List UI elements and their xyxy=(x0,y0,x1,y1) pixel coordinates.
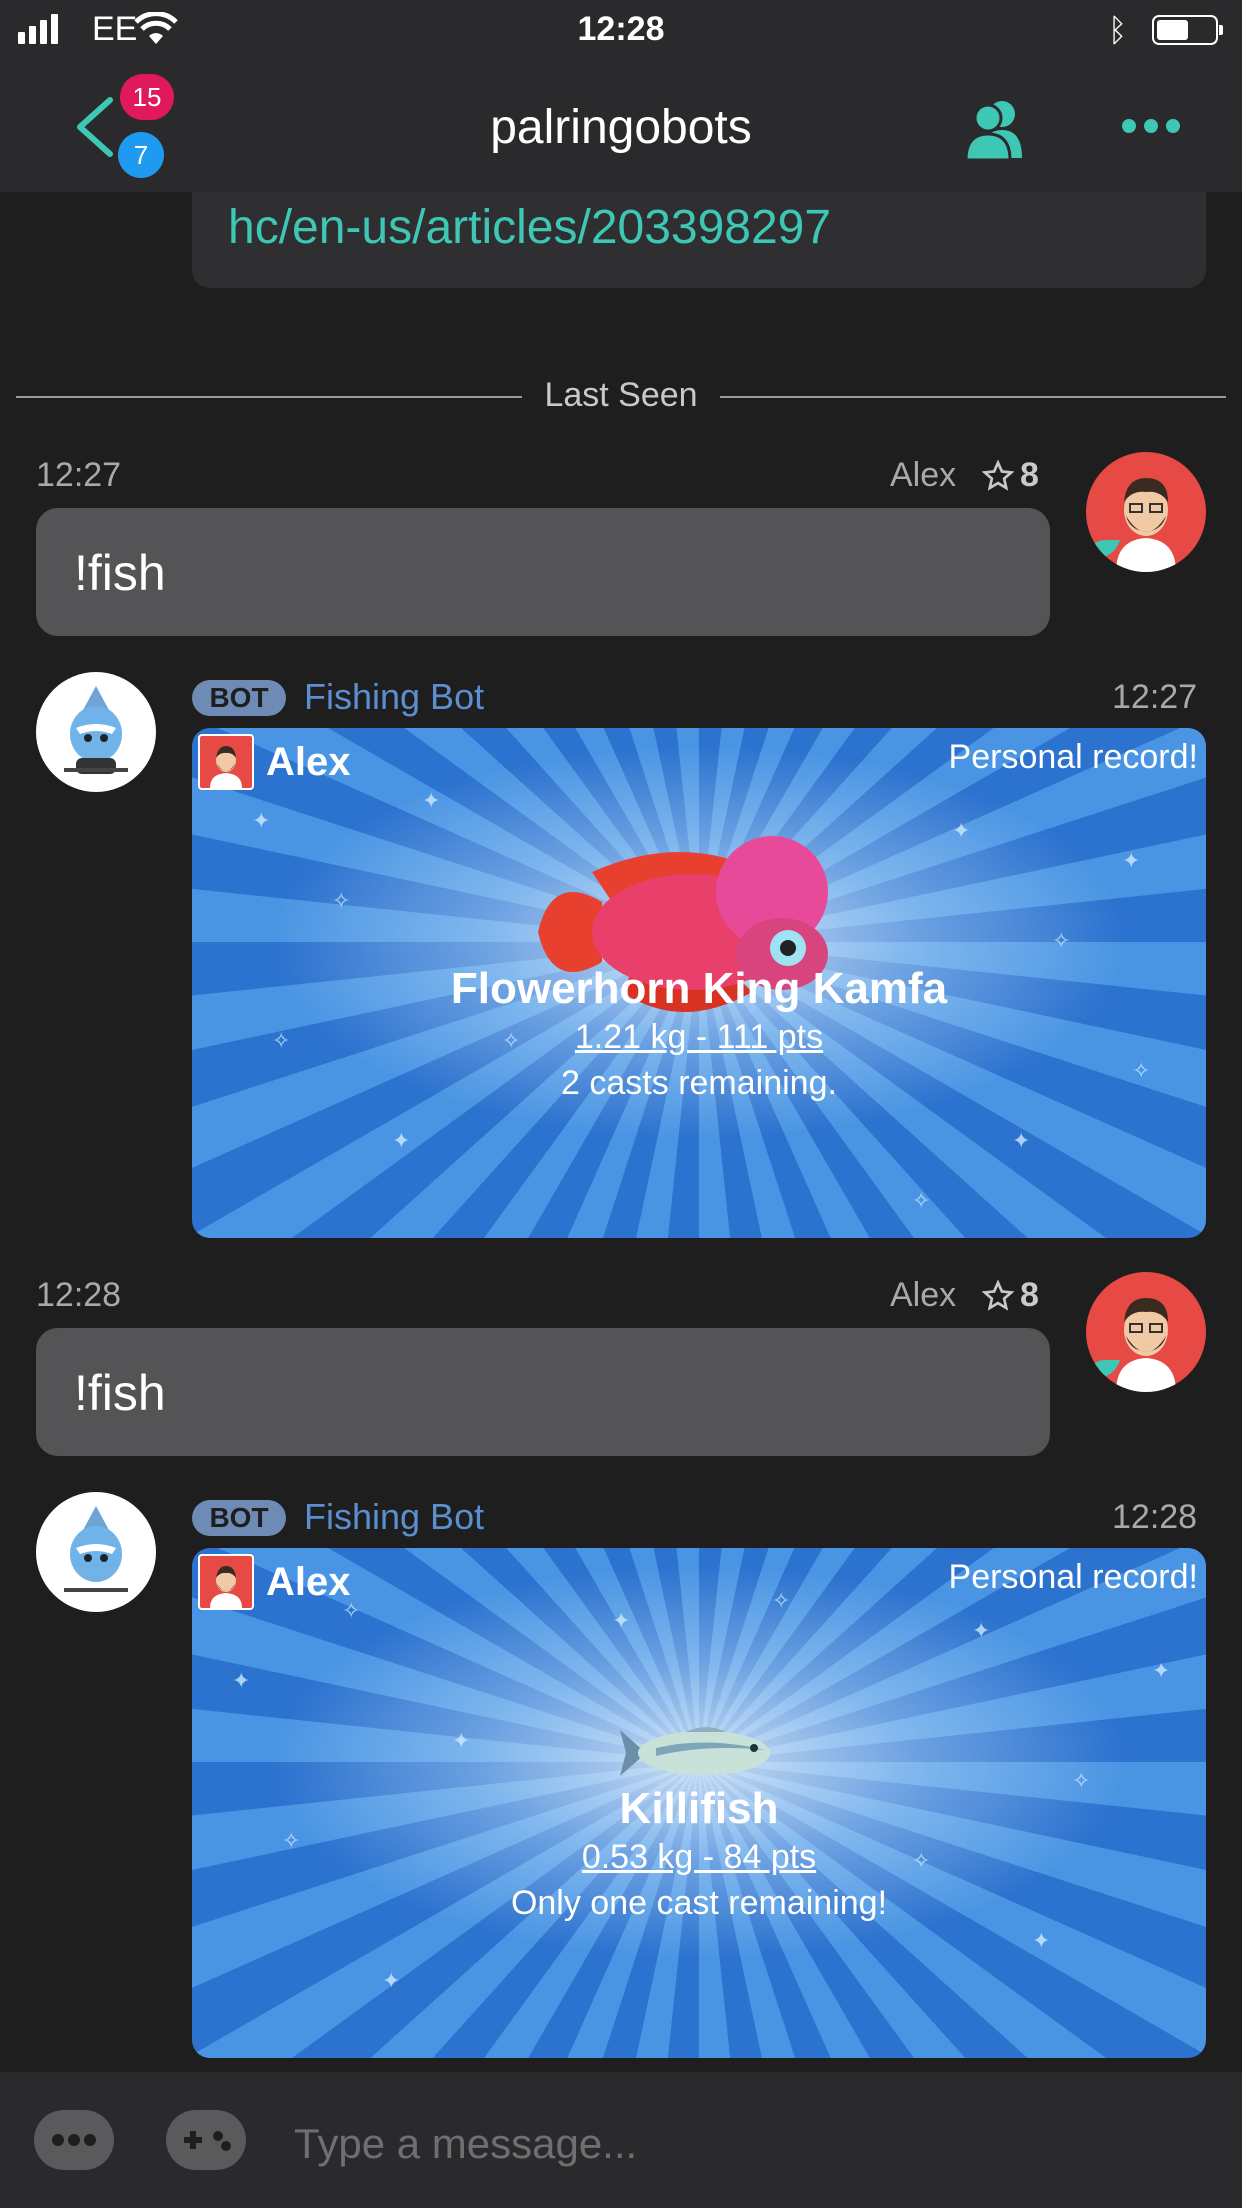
battery-level xyxy=(1157,20,1188,40)
user-avatar[interactable] xyxy=(1086,452,1206,572)
message-input-bar: Type a message... xyxy=(0,2072,1242,2208)
members-button[interactable] xyxy=(960,96,1030,162)
fish-weight-points[interactable]: 0.53 kg - 84 pts xyxy=(192,1838,1206,1877)
personal-record-label: Personal record! xyxy=(948,738,1198,776)
fish-weight-points[interactable]: 1.21 kg - 111 pts xyxy=(192,1018,1206,1057)
avatar-face-icon xyxy=(1090,1298,1176,1392)
message-text: !fish xyxy=(74,1365,166,1421)
message-bubble[interactable]: !fish xyxy=(36,508,1050,636)
message-time: 12:27 xyxy=(36,456,122,494)
message-author[interactable]: Alex xyxy=(890,456,956,495)
fish-catch-card[interactable]: ✦ ✧ ✦ ✧ ✦ ✦ ✧ ✦ ✦ ✧ ✧ ✦ Alex Personal re… xyxy=(192,1548,1206,2058)
battery-icon xyxy=(1152,15,1223,45)
message-author[interactable]: Alex xyxy=(890,1276,956,1315)
card-user-avatar xyxy=(198,1554,254,1610)
games-button[interactable] xyxy=(166,2110,246,2170)
avatar-face-icon xyxy=(210,746,242,788)
gamepad-icon xyxy=(184,2131,231,2151)
dot-icon xyxy=(1166,119,1180,133)
message-time: 12:28 xyxy=(36,1276,122,1314)
bot-avatar[interactable] xyxy=(36,1492,156,1612)
navigation-bar: 15 7 palringobots xyxy=(0,62,1242,192)
message-bubble-link: hc/en-us/articles/203398297 xyxy=(192,192,1206,288)
bluetooth-icon: ᛒ xyxy=(1108,12,1128,48)
avatar-face-icon xyxy=(1090,478,1176,572)
card-username: Alex xyxy=(266,740,351,784)
fish-name: Killifish xyxy=(619,1784,779,1833)
status-bar: EE 12:28 ᛒ xyxy=(0,0,1242,62)
fish-name: Flowerhorn King Kamfa xyxy=(450,964,948,1013)
message-link[interactable]: hc/en-us/articles/203398297 xyxy=(228,200,831,255)
killifish-icon xyxy=(620,1727,770,1776)
message-time: 12:27 xyxy=(1112,678,1198,716)
card-user-avatar xyxy=(198,734,254,790)
shark-bot-icon xyxy=(64,1506,128,1592)
user-avatar[interactable] xyxy=(1086,1272,1206,1392)
star-icon xyxy=(982,459,1014,491)
chat-message-list[interactable]: hc/en-us/articles/203398297 Last Seen 12… xyxy=(0,192,1242,2072)
more-actions-button[interactable] xyxy=(34,2110,114,2170)
star-count: 8 xyxy=(1020,456,1039,494)
avatar-face-icon xyxy=(210,1566,242,1608)
user-rank: 8 xyxy=(982,456,1039,495)
message-time: 12:28 xyxy=(1112,1498,1198,1536)
shark-bot-icon xyxy=(64,686,128,774)
dot-icon xyxy=(1122,119,1136,133)
bot-name[interactable]: Fishing Bot xyxy=(304,1496,484,1538)
bot-avatar[interactable] xyxy=(36,672,156,792)
bot-tag: BOT xyxy=(192,680,286,716)
card-username: Alex xyxy=(266,1560,351,1604)
bot-tag: BOT xyxy=(192,1500,286,1536)
page-title: palringobots xyxy=(490,101,752,154)
message-input[interactable]: Type a message... xyxy=(294,2120,637,2168)
more-options-button[interactable] xyxy=(1122,106,1182,146)
casts-remaining: Only one cast remaining! xyxy=(510,1884,888,1922)
fish-catch-card[interactable]: ✦ ✧ ✦ ✧ ✦ ✦ ✧ ✦ ✦ ✧ ✧ ✧ Alex Personal re… xyxy=(192,728,1206,1238)
bot-name[interactable]: Fishing Bot xyxy=(304,676,484,718)
star-count: 8 xyxy=(1020,1276,1039,1314)
personal-record-label: Personal record! xyxy=(948,1558,1198,1596)
user-rank: 8 xyxy=(982,1276,1039,1315)
casts-remaining: 2 casts remaining. xyxy=(561,1064,837,1102)
dot-icon xyxy=(1144,119,1158,133)
status-time: 12:28 xyxy=(577,10,665,48)
last-seen-divider: Last Seen xyxy=(16,376,1226,416)
message-bubble[interactable]: !fish xyxy=(36,1328,1050,1456)
star-icon xyxy=(982,1279,1014,1311)
divider-label: Last Seen xyxy=(528,376,714,414)
ellipsis-icon xyxy=(52,2134,96,2146)
message-text: !fish xyxy=(74,545,166,601)
